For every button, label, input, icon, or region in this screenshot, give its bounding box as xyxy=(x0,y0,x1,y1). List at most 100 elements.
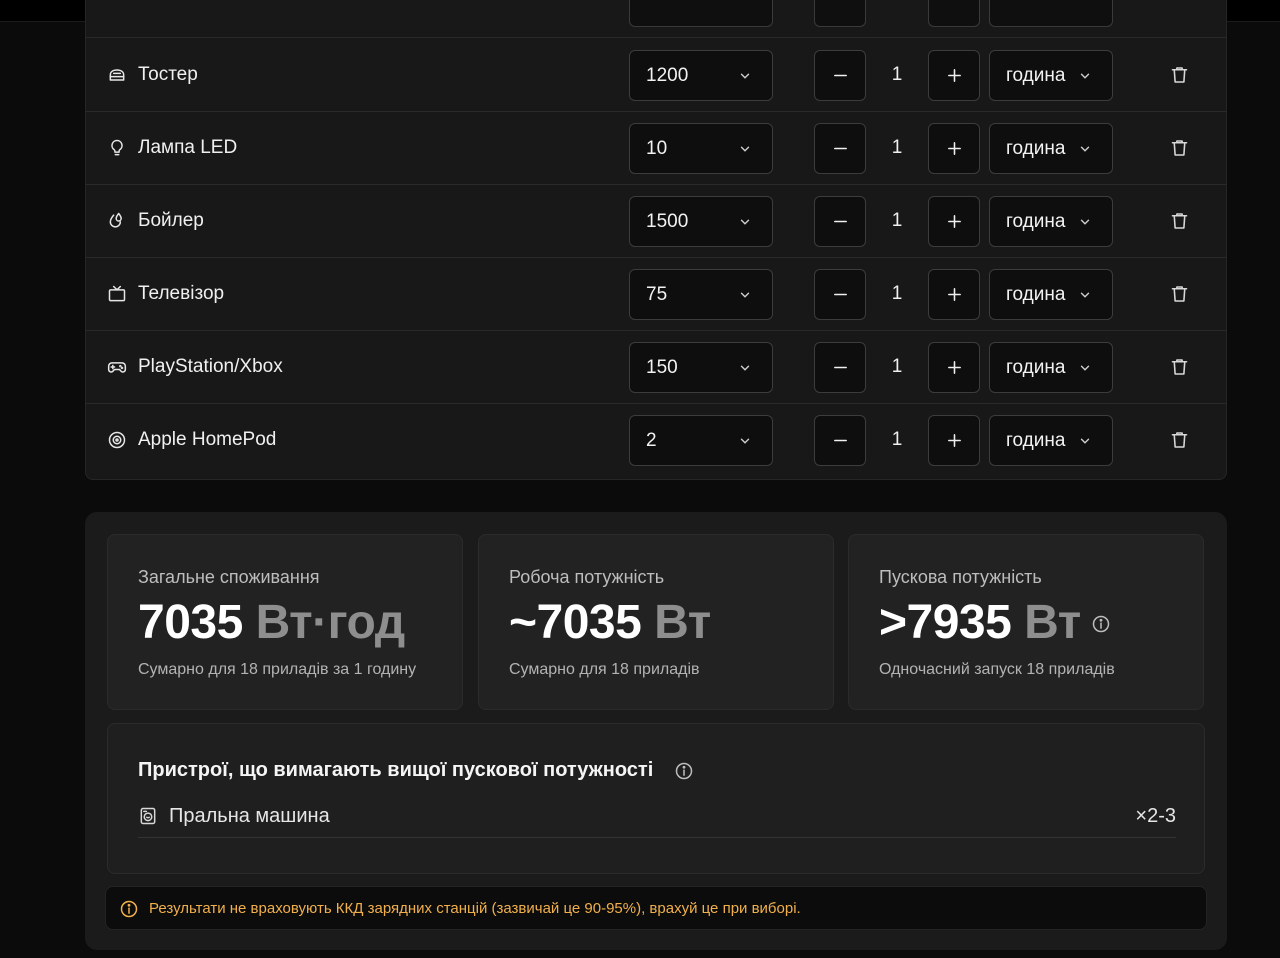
stat-number: >7935 xyxy=(879,596,1012,649)
water-heater-icon xyxy=(107,211,127,231)
stat-description: Одночасний запуск 18 приладів xyxy=(879,661,1115,678)
wattage-select[interactable]: 10 xyxy=(629,123,773,174)
time-unit-value: година xyxy=(1006,211,1066,232)
tv-icon xyxy=(107,284,127,304)
increase-quantity-button[interactable] xyxy=(928,50,980,101)
trash-icon[interactable] xyxy=(1169,356,1190,378)
increase-quantity-button[interactable] xyxy=(928,196,980,247)
stat-label: Робоча потужність xyxy=(509,567,665,587)
device-row: PlayStation/Xbox 150 1 година xyxy=(86,331,1226,404)
stat-number: ~7035 xyxy=(509,596,642,649)
chevron-down-icon xyxy=(1080,219,1090,225)
results-panel: Загальне споживання 7035 Вт·год Сумарно … xyxy=(85,512,1227,950)
stat-unit: Вт·год xyxy=(255,596,406,649)
watt-select-partial[interactable] xyxy=(629,0,773,27)
increase-quantity-button[interactable] xyxy=(928,123,980,174)
plus-icon xyxy=(948,215,961,228)
device-name: Тостер xyxy=(138,64,198,85)
wattage-select[interactable]: 2 xyxy=(629,415,773,466)
wattage-value: 75 xyxy=(646,284,668,305)
device-name: Пральна машина xyxy=(169,805,330,827)
plus-button-partial[interactable] xyxy=(928,0,980,27)
total-consumption-card: Загальне споживання 7035 Вт·год Сумарно … xyxy=(107,534,463,710)
minus-icon xyxy=(834,366,847,369)
trash-icon[interactable] xyxy=(1169,429,1190,451)
increase-quantity-button[interactable] xyxy=(928,269,980,320)
trash-icon[interactable] xyxy=(1169,137,1190,159)
time-unit-select[interactable]: година xyxy=(989,50,1113,101)
wattage-value: 1200 xyxy=(646,65,689,86)
stat-value: >7935 Вт xyxy=(879,595,1081,650)
wattage-select[interactable]: 1500 xyxy=(629,196,773,247)
decrease-quantity-button[interactable] xyxy=(814,269,866,320)
time-unit-select[interactable]: година xyxy=(989,415,1113,466)
stat-value: 7035 Вт·год xyxy=(138,595,405,650)
chevron-down-icon xyxy=(1080,292,1090,298)
chevron-down-icon xyxy=(740,219,750,225)
plus-icon xyxy=(948,69,961,82)
chevron-down-icon xyxy=(740,292,750,298)
decrease-quantity-button[interactable] xyxy=(814,196,866,247)
minus-icon xyxy=(834,74,847,77)
time-unit-value: година xyxy=(1006,430,1066,451)
quantity-value: 1 xyxy=(891,64,903,85)
trash-icon[interactable] xyxy=(1169,210,1190,232)
increase-quantity-button[interactable] xyxy=(928,342,980,393)
lightbulb-icon xyxy=(107,138,127,158)
quantity-value: 1 xyxy=(891,137,903,158)
stat-description: Сумарно для 18 приладів xyxy=(509,661,700,678)
device-name: Телевізор xyxy=(138,283,225,304)
section-title: Пристрої, що вимагають вищої пускової по… xyxy=(138,759,654,781)
wattage-value: 2 xyxy=(646,430,657,451)
stat-unit: Вт xyxy=(1024,596,1081,649)
time-unit-value: година xyxy=(1006,65,1066,86)
notice-text: Результати не враховують ККД зарядних ст… xyxy=(149,900,801,917)
info-icon[interactable] xyxy=(1091,614,1111,634)
minus-icon xyxy=(834,293,847,296)
decrease-quantity-button[interactable] xyxy=(814,415,866,466)
device-row-partial xyxy=(86,0,1226,38)
trash-icon[interactable] xyxy=(1169,64,1190,86)
plus-icon xyxy=(948,361,961,374)
quantity-value: 1 xyxy=(891,356,903,377)
minus-icon xyxy=(834,220,847,223)
time-unit-select[interactable]: година xyxy=(989,123,1113,174)
startup-power-card: Пускова потужність >7935 Вт Одночасний з… xyxy=(848,534,1204,710)
minus-icon xyxy=(834,147,847,150)
info-icon[interactable] xyxy=(674,761,694,781)
plus-icon xyxy=(948,142,961,155)
device-name: Apple HomePod xyxy=(138,429,277,450)
device-name: PlayStation/Xbox xyxy=(138,356,283,377)
time-unit-select[interactable]: година xyxy=(989,196,1113,247)
decrease-quantity-button[interactable] xyxy=(814,123,866,174)
time-unit-value: година xyxy=(1006,138,1066,159)
speaker-icon xyxy=(107,430,127,450)
stat-number: 7035 xyxy=(138,596,243,649)
chevron-down-icon xyxy=(1080,146,1090,152)
unit-select-partial[interactable] xyxy=(989,0,1113,27)
time-unit-select[interactable]: година xyxy=(989,269,1113,320)
time-unit-select[interactable]: година xyxy=(989,342,1113,393)
device-name: Бойлер xyxy=(138,210,204,231)
chevron-down-icon xyxy=(1080,73,1090,79)
device-row: Бойлер 1500 1 година xyxy=(86,185,1226,258)
chevron-down-icon xyxy=(740,438,750,444)
wattage-value: 150 xyxy=(646,357,678,378)
chevron-down-icon xyxy=(1080,365,1090,371)
quantity-value: 1 xyxy=(891,429,903,450)
device-list: Тостер 1200 1 година Лампа LED 10 1 годи… xyxy=(85,0,1227,480)
decrease-quantity-button[interactable] xyxy=(814,50,866,101)
wattage-select[interactable]: 75 xyxy=(629,269,773,320)
time-unit-value: година xyxy=(1006,357,1066,378)
wattage-select[interactable]: 1200 xyxy=(629,50,773,101)
high-startup-devices-card: Пристрої, що вимагають вищої пускової по… xyxy=(107,723,1205,874)
trash-icon[interactable] xyxy=(1169,283,1190,305)
wattage-select[interactable]: 150 xyxy=(629,342,773,393)
decrease-quantity-button[interactable] xyxy=(814,342,866,393)
list-item: Пральна машина ×2-3 xyxy=(138,802,1176,838)
plus-icon xyxy=(948,434,961,447)
increase-quantity-button[interactable] xyxy=(928,415,980,466)
minus-button-partial[interactable] xyxy=(814,0,866,27)
device-row: Лампа LED 10 1 година xyxy=(86,112,1226,185)
running-power-card: Робоча потужність ~7035 Вт Сумарно для 1… xyxy=(478,534,834,710)
